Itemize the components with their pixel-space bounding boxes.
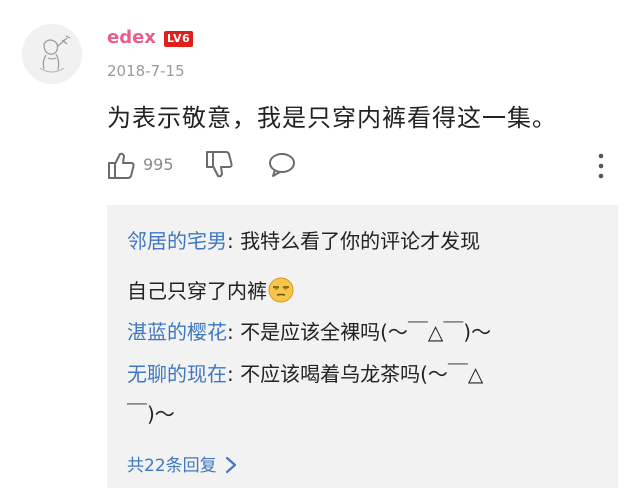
level-badge: LV6 [164, 31, 194, 47]
reply-text: ￣)〜 [127, 402, 175, 426]
reply-username[interactable]: 无聊的现在 [127, 362, 227, 386]
comment-text: 为表示敬意，我是只穿内裤看得这一集。 [107, 104, 557, 132]
see-all-replies-link[interactable]: 共22条回复 [127, 451, 237, 476]
comment-card: edex LV6 2018-7-15 为表示敬意，我是只穿内裤看得这一集。 99… [0, 0, 640, 502]
reply-item: 邻居的宅男: 我特么看了你的评论才发现 [127, 229, 481, 253]
speech-bubble-icon[interactable] [267, 150, 297, 184]
see-all-label: 共22条回复 [127, 456, 217, 476]
comment-date: 2018-7-15 [107, 62, 185, 80]
like-count: 995 [143, 155, 174, 174]
reply-text: 自己只穿了内裤 [127, 279, 267, 303]
reply-text: 不应该喝着乌龙茶吗(〜￣△ [240, 362, 484, 386]
thumbs-up-icon[interactable] [107, 150, 135, 184]
chevron-right-icon [225, 456, 237, 474]
avatar-sketch-image [22, 24, 82, 84]
replies-preview[interactable]: 邻居的宅男: 我特么看了你的评论才发现 自己只穿了内裤 湛蓝的樱花: 不是应该全… [107, 205, 618, 488]
thumbs-down-icon[interactable] [205, 150, 233, 184]
reply-item-continuation: ￣)〜 [127, 398, 175, 427]
reply-item-continuation: 自己只穿了内裤 [127, 275, 294, 304]
vertical-dots-icon[interactable] [594, 152, 608, 180]
reply-text: 我特么看了你的评论才发现 [240, 229, 481, 253]
reply-item: 无聊的现在: 不应该喝着乌龙茶吗(〜￣△ [127, 362, 484, 386]
reply-username[interactable]: 邻居的宅男 [127, 229, 227, 253]
smirk-face-icon [268, 277, 294, 303]
reply-text: 不是应该全裸吗(〜￣△￣)〜 [240, 320, 492, 344]
reply-item: 湛蓝的樱花: 不是应该全裸吗(〜￣△￣)〜 [127, 320, 492, 344]
reply-username[interactable]: 湛蓝的樱花 [127, 320, 227, 344]
username[interactable]: edex [107, 27, 156, 48]
avatar[interactable] [22, 24, 82, 84]
